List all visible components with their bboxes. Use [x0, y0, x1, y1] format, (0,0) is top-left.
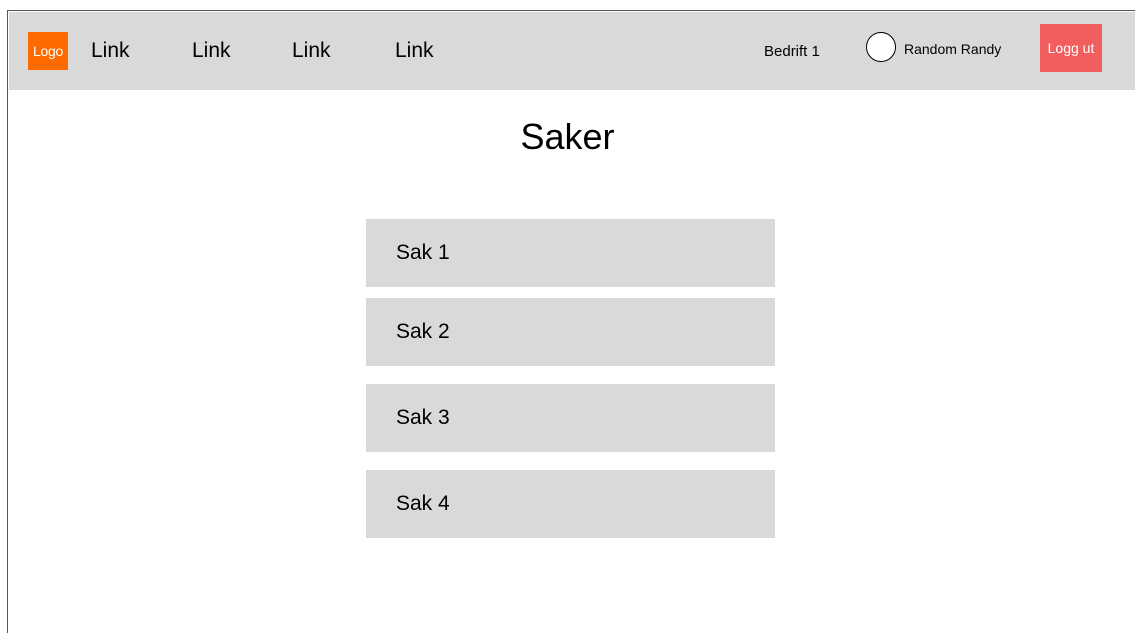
nav-link-4[interactable]: Link: [395, 38, 434, 64]
user-name: Random Randy: [904, 41, 1002, 57]
list-item-case-2[interactable]: Sak 2: [366, 298, 775, 366]
nav-link-2[interactable]: Link: [192, 38, 231, 64]
top-navbar: Logo Link Link Link Link Bedrift 1 Rando…: [9, 12, 1135, 90]
case-label: Sak 3: [396, 406, 450, 429]
nav-link-1[interactable]: Link: [91, 38, 130, 64]
nav-link-3[interactable]: Link: [292, 38, 331, 64]
page-title: Saker: [520, 116, 615, 157]
case-label: Sak 1: [396, 241, 450, 264]
company-name: Bedrift 1: [764, 43, 820, 60]
case-label: Sak 2: [396, 320, 450, 343]
case-label: Sak 4: [396, 492, 450, 515]
list-item-case-1[interactable]: Sak 1: [366, 219, 775, 287]
list-item-case-3[interactable]: Sak 3: [366, 384, 775, 452]
logout-button[interactable]: Logg ut: [1040, 24, 1102, 72]
list-item-case-4[interactable]: Sak 4: [366, 470, 775, 538]
logo[interactable]: Logo: [28, 32, 68, 70]
avatar-icon[interactable]: [866, 32, 896, 62]
